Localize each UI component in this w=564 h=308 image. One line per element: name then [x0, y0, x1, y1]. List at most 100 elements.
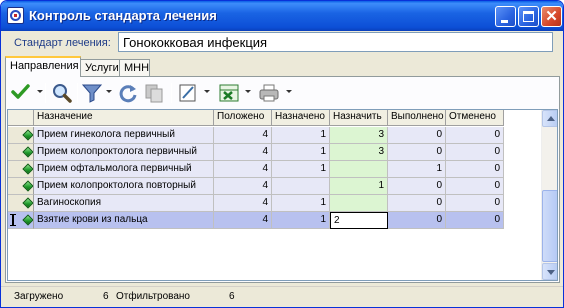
checkmark-icon[interactable]	[11, 82, 31, 104]
filtered-value: 6	[229, 291, 235, 302]
row-indicator	[8, 195, 34, 212]
cell-naznacheno: 1	[272, 144, 330, 161]
cell-vypolneno: 1	[388, 161, 446, 178]
header-naznacheno[interactable]: Назначено	[272, 110, 330, 126]
table-row-selected[interactable]: Взятие крови из пальца 4 1 2 0 0	[8, 212, 541, 229]
checkmark-dropdown-icon[interactable]	[37, 90, 43, 93]
row-indicator	[8, 212, 34, 229]
scroll-thumb[interactable]	[542, 190, 557, 262]
filtered-label: Отфильтровано	[116, 291, 190, 302]
cell-naznachit[interactable]	[330, 161, 388, 178]
status-diamond-icon	[22, 214, 33, 226]
toolbar	[7, 80, 558, 106]
maximize-icon	[523, 11, 534, 22]
cell-polozheno: 4	[214, 127, 272, 144]
status-diamond-icon	[22, 163, 33, 175]
status-diamond-icon	[22, 197, 33, 209]
app-icon	[7, 7, 24, 24]
minimize-button[interactable]	[495, 6, 516, 27]
table-row[interactable]: Прием офтальмолога первичный 4 1 1 0	[8, 161, 541, 178]
cell-naznachenie: Вагиноскопия	[34, 195, 214, 212]
title-bar[interactable]: Контроль стандарта лечения ✕	[1, 1, 563, 31]
header-naznachenie[interactable]: Назначение	[34, 110, 214, 126]
cell-vypolneno: 0	[388, 178, 446, 195]
cell-otmeneno: 0	[446, 161, 504, 178]
status-diamond-icon	[22, 129, 33, 141]
excel-icon[interactable]	[217, 82, 241, 104]
scroll-up-button[interactable]	[542, 110, 557, 127]
header-indicator	[8, 110, 34, 126]
scroll-down-button[interactable]	[542, 263, 557, 280]
table-row[interactable]: Прием колопроктолога первичный 4 1 3 0 0	[8, 144, 541, 161]
status-bar: Загружено 6 Отфильтровано 6	[1, 286, 563, 307]
cell-naznacheno: 1	[272, 161, 330, 178]
excel-dropdown-icon[interactable]	[245, 90, 251, 93]
cell-polozheno: 4	[214, 144, 272, 161]
edit-dropdown-icon[interactable]	[204, 90, 210, 93]
cell-otmeneno: 0	[446, 212, 504, 229]
cell-polozheno: 4	[214, 161, 272, 178]
cell-naznachit[interactable]: 1	[330, 178, 388, 195]
cell-polozheno: 4	[214, 178, 272, 195]
status-diamond-icon	[22, 180, 33, 192]
tab-mnn[interactable]: МНН	[119, 59, 150, 76]
window-title: Контроль стандарта лечения	[29, 8, 217, 23]
filter-dropdown-icon[interactable]	[106, 90, 112, 93]
loaded-label: Загружено	[14, 291, 64, 302]
printer-icon[interactable]	[257, 82, 281, 104]
cell-naznachenie: Прием гинеколога первичный	[34, 127, 214, 144]
cell-vypolneno: 0	[388, 195, 446, 212]
cell-naznacheno	[272, 178, 330, 195]
cell-naznachit[interactable]: 3	[330, 127, 388, 144]
table-row[interactable]: Прием гинеколога первичный 4 1 3 0 0	[8, 127, 541, 144]
main-window: Контроль стандарта лечения ✕ Стандарт ле…	[0, 0, 564, 308]
refresh-icon[interactable]	[117, 82, 139, 104]
row-indicator	[8, 178, 34, 195]
header-naznachit[interactable]: Назначить	[330, 110, 388, 126]
filter-icon[interactable]	[81, 82, 103, 104]
close-icon: ✕	[545, 8, 558, 25]
close-button[interactable]: ✕	[541, 6, 562, 27]
standard-label: Стандарт лечения:	[14, 37, 111, 49]
cell-naznachenie: Взятие крови из пальца	[34, 212, 214, 229]
maximize-button[interactable]	[518, 6, 539, 27]
cell-otmeneno: 0	[446, 144, 504, 161]
cell-polozheno: 4	[214, 195, 272, 212]
grid-header: Назначение Положено Назначено Назначить …	[8, 110, 541, 126]
cell-vypolneno: 0	[388, 212, 446, 229]
cell-otmeneno: 0	[446, 195, 504, 212]
table-row[interactable]: Прием колопроктолога повторный 4 1 0 0	[8, 178, 541, 195]
toolbar-separator	[77, 83, 78, 103]
header-vypolneno[interactable]: Выполнено	[388, 110, 446, 126]
tab-napravleniya[interactable]: Направления	[5, 56, 81, 77]
cell-otmeneno: 0	[446, 178, 504, 195]
cell-polozheno: 4	[214, 212, 272, 229]
cell-vypolneno: 0	[388, 144, 446, 161]
table-row[interactable]: Вагиноскопия 4 1 0 0	[8, 195, 541, 212]
arrow-down-icon	[547, 270, 555, 275]
header-polozheno[interactable]: Положено	[214, 110, 272, 126]
edit-cursor-icon	[10, 214, 18, 226]
magnifier-icon[interactable]	[51, 82, 73, 104]
cell-naznachenie: Прием офтальмолога первичный	[34, 161, 214, 178]
row-indicator	[8, 127, 34, 144]
cell-vypolneno: 0	[388, 127, 446, 144]
row-indicator	[8, 144, 34, 161]
minimize-icon	[501, 20, 508, 23]
data-grid[interactable]: Назначение Положено Назначено Назначить …	[7, 109, 558, 281]
vertical-scrollbar[interactable]	[541, 110, 557, 280]
header-otmeneno[interactable]: Отменено	[446, 110, 504, 126]
cell-otmeneno: 0	[446, 127, 504, 144]
cell-naznachit[interactable]: 3	[330, 144, 388, 161]
cell-naznachit[interactable]	[330, 195, 388, 212]
cell-naznachit-editor[interactable]: 2	[330, 212, 388, 229]
cell-naznacheno: 1	[272, 212, 330, 229]
toolbar-separator	[171, 83, 172, 103]
tab-uslugi[interactable]: Услуги	[80, 59, 120, 76]
copy-icon[interactable]	[143, 82, 165, 104]
printer-dropdown-icon[interactable]	[286, 90, 292, 93]
standard-field[interactable]: Гонококковая инфекция	[118, 32, 553, 52]
row-indicator	[8, 161, 34, 178]
edit-icon[interactable]	[177, 82, 199, 104]
loaded-value: 6	[103, 291, 109, 302]
